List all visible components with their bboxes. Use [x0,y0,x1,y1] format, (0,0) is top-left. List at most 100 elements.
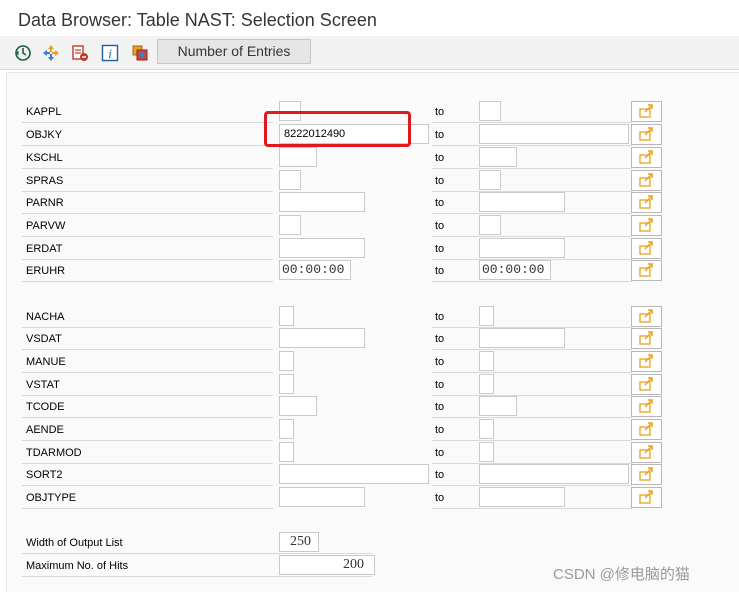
field-label-tcode: TCODE [26,401,65,413]
row-separator [22,145,273,146]
sort2-multiple-selection-button[interactable] [631,464,662,485]
number-of-entries-button[interactable]: Number of Entries [157,39,311,64]
multiple-selection-arrow-icon [639,173,653,187]
range-to-label: to [435,424,445,436]
vsdat-high-input[interactable] [479,328,565,348]
manue-high-input[interactable] [479,351,494,371]
range-to-label: to [435,152,445,164]
tdarmod-multiple-selection-button[interactable] [631,442,662,463]
sort2-high-input[interactable] [479,464,629,484]
delete-selection-icon[interactable] [71,44,89,62]
multiple-selection-arrow-icon [639,490,653,504]
range-to-label: to [435,469,445,481]
object-list-icon[interactable] [42,44,60,62]
field-label-eruhr: ERUHR [26,265,66,277]
copy-selection-icon[interactable] [131,44,149,62]
field-label-aende: AENDE [26,424,64,436]
kschl-high-input[interactable] [479,147,517,167]
multiple-selection-arrow-icon [639,150,653,164]
range-to-label: to [435,356,445,368]
tdarmod-high-input[interactable] [479,442,494,462]
parnr-high-input[interactable] [479,192,565,212]
spras-high-input[interactable] [479,170,501,190]
selection-row-sort2: SORT2 to [7,464,739,486]
spras-low-input[interactable] [279,170,301,190]
selection-row-vstat: VSTAT to [7,374,739,396]
field-label-kappl: KAPPL [26,106,62,118]
tcode-multiple-selection-button[interactable] [631,396,662,417]
row-separator [22,349,273,350]
row-separator-high [432,372,632,373]
field-label-sort2: SORT2 [26,469,63,481]
row-separator [22,122,273,123]
eruhr-low-input[interactable]: 00:00:00 [279,260,351,280]
vsdat-multiple-selection-button[interactable] [631,328,662,349]
nacha-high-input[interactable] [479,306,494,326]
aende-multiple-selection-button[interactable] [631,419,662,440]
multiple-selection-arrow-icon [639,195,653,209]
maximum-no-of-hits-input[interactable]: 200 [279,555,375,575]
objky-multiple-selection-button[interactable] [631,124,662,145]
nacha-multiple-selection-button[interactable] [631,306,662,327]
manue-multiple-selection-button[interactable] [631,351,662,372]
eruhr-multiple-selection-button[interactable] [631,260,662,281]
multiple-selection-arrow-icon [639,445,653,459]
row-separator-high [432,122,632,123]
erdat-high-input[interactable] [479,238,565,258]
parvw-low-input[interactable] [279,215,301,235]
parvw-high-input[interactable] [479,215,501,235]
field-label-vstat: VSTAT [26,379,60,391]
kappl-high-input[interactable] [479,101,501,121]
info-icon[interactable]: i [101,44,119,62]
parvw-multiple-selection-button[interactable] [631,215,662,236]
field-label-nacha: NACHA [26,311,65,323]
selection-row-tdarmod: TDARMOD to [7,442,739,464]
vstat-low-input[interactable] [279,374,294,394]
kschl-low-input[interactable] [279,147,317,167]
aende-low-input[interactable] [279,419,294,439]
tcode-low-input[interactable] [279,396,317,416]
manue-low-input[interactable] [279,351,294,371]
objtype-multiple-selection-button[interactable] [631,487,662,508]
selection-row-eruhr: ERUHR 00:00:00 to 00:00:00 [7,260,739,282]
row-separator [22,553,372,554]
erdat-low-input[interactable] [279,238,365,258]
title-bar: Data Browser: Table NAST: Selection Scre… [0,0,739,36]
row-separator [22,281,273,282]
row-separator [22,236,273,237]
kappl-low-input[interactable] [279,101,301,121]
erdat-multiple-selection-button[interactable] [631,238,662,259]
objky-low-input[interactable]: 8222012490 [279,124,429,144]
multiple-selection-arrow-icon [639,377,653,391]
nacha-low-input[interactable] [279,306,294,326]
aende-high-input[interactable] [479,419,494,439]
vsdat-low-input[interactable] [279,328,365,348]
parnr-low-input[interactable] [279,192,365,212]
row-separator-high [432,145,632,146]
field-label-manue: MANUE [26,356,66,368]
row-separator-high [432,168,632,169]
tdarmod-low-input[interactable] [279,442,294,462]
objtype-low-input[interactable] [279,487,365,507]
range-to-label: to [435,447,445,459]
sort2-low-input[interactable] [279,464,429,484]
objtype-high-input[interactable] [479,487,565,507]
field-label-objtype: OBJTYPE [26,492,77,504]
width-of-output-list-input[interactable]: 250 [279,532,319,552]
spras-multiple-selection-button[interactable] [631,170,662,191]
multiple-selection-arrow-icon [639,104,653,118]
vstat-high-input[interactable] [479,374,494,394]
tcode-high-input[interactable] [479,396,517,416]
eruhr-high-input[interactable]: 00:00:00 [479,260,551,280]
kschl-multiple-selection-button[interactable] [631,147,662,168]
selection-row-tcode: TCODE to [7,396,739,418]
field-label-tdarmod: TDARMOD [26,447,82,459]
vstat-multiple-selection-button[interactable] [631,374,662,395]
objky-high-input[interactable] [479,124,629,144]
row-separator-high [432,236,632,237]
row-separator [22,213,273,214]
execute-icon[interactable] [14,44,32,62]
kappl-multiple-selection-button[interactable] [631,101,662,122]
range-to-label: to [435,175,445,187]
parnr-multiple-selection-button[interactable] [631,192,662,213]
